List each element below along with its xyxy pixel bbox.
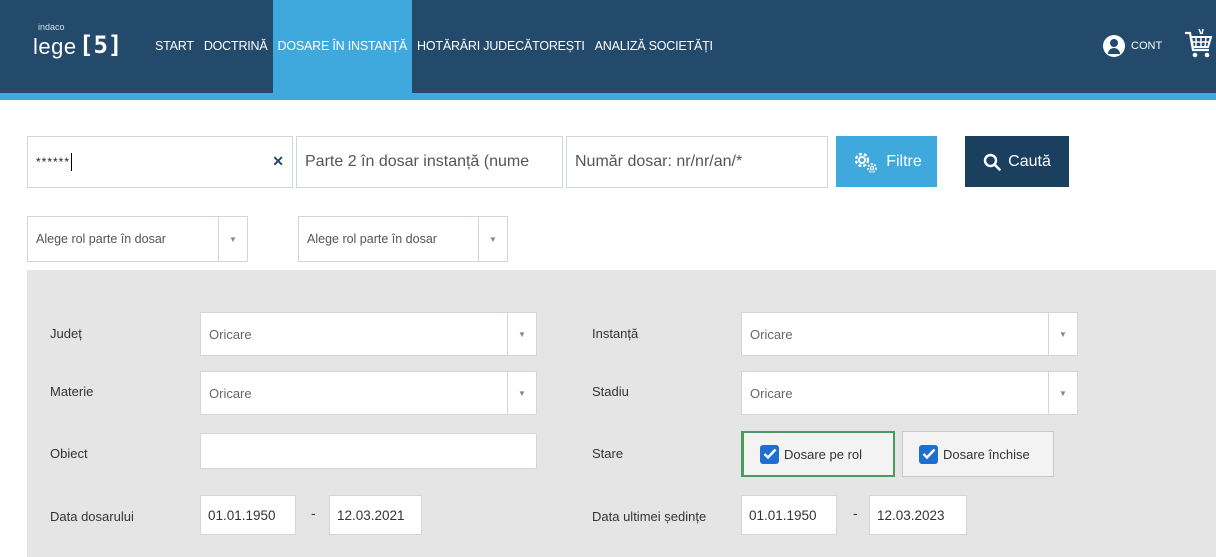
closed-cases-label: Dosare închise — [943, 446, 1030, 462]
user-circle-icon — [1103, 35, 1125, 57]
subject-value: Oricare — [209, 385, 252, 401]
last-hearing-separator: - — [853, 505, 858, 521]
nav-item-dosare-in-instanta[interactable]: DOSARE ÎN INSTANȚĂ — [272, 0, 413, 93]
nav-item-analiza-societati[interactable]: ANALIZĂ SOCIETĂȚI — [590, 0, 718, 93]
chevron-down-icon: ▼ — [1048, 313, 1077, 355]
court-label: Instanță — [592, 326, 639, 341]
county-select[interactable]: Oricare ▼ — [200, 312, 537, 356]
search-label: Caută — [1008, 152, 1051, 170]
open-cases-checkbox[interactable]: Dosare pe rol — [741, 431, 895, 477]
accent-stripe — [0, 93, 1216, 100]
top-navbar: indaco lege [5] START DOCTRINĂ DOSARE ÎN… — [0, 0, 1216, 93]
search-button[interactable]: Caută — [965, 136, 1069, 187]
text-caret — [71, 153, 73, 171]
account-link[interactable]: CONT — [1103, 35, 1162, 57]
search-icon — [983, 153, 1001, 171]
case-date-separator: - — [311, 505, 316, 521]
party1-role-select[interactable]: Alege rol parte în dosar ▼ — [27, 216, 248, 262]
last-hearing-from-input[interactable]: 01.01.1950 — [741, 495, 837, 535]
chevron-down-icon: ▼ — [218, 217, 247, 261]
filters-button[interactable]: Filtre — [836, 136, 937, 187]
party2-role-value: Alege rol parte în dosar — [307, 232, 437, 246]
party1-value: ****** — [36, 155, 71, 169]
county-label: Județ — [50, 326, 82, 341]
logo-number-text: [5] — [79, 31, 123, 59]
case-date-label: Data dosarului — [50, 509, 134, 524]
stage-value: Oricare — [750, 385, 793, 401]
account-label: CONT — [1131, 40, 1163, 52]
stage-select[interactable]: Oricare ▼ — [741, 371, 1078, 415]
chevron-down-icon: ▼ — [507, 313, 536, 355]
main-nav: START DOCTRINĂ DOSARE ÎN INSTANȚĂ HOTĂRÂ… — [150, 0, 718, 93]
status-label: Stare — [592, 446, 624, 461]
case-number-input[interactable]: Număr dosar: nr/nr/an/* — [566, 136, 828, 188]
subject-label: Materie — [50, 384, 94, 399]
court-value: Oricare — [750, 326, 793, 342]
clear-icon[interactable]: ✕ — [272, 153, 284, 170]
object-input[interactable] — [200, 433, 537, 469]
party1-input[interactable]: ****** ✕ — [27, 136, 293, 188]
nav-item-hotarari-judecatoresti[interactable]: HOTĂRÂRI JUDECĂTOREȘTI — [412, 0, 590, 93]
case-date-from-input[interactable]: 01.01.1950 — [200, 495, 296, 535]
subject-select[interactable]: Oricare ▼ — [200, 371, 537, 415]
last-hearing-label: Data ultimei ședințe — [592, 509, 707, 524]
open-cases-label: Dosare pe rol — [784, 446, 863, 462]
chevron-down-icon: ▼ — [478, 217, 507, 261]
logo-small-text: indaco — [38, 22, 65, 32]
cart-icon[interactable] — [1183, 28, 1213, 62]
party1-role-value: Alege rol parte în dosar — [36, 232, 166, 246]
party2-input[interactable]: Parte 2 în dosar instanță (nume — [296, 136, 563, 188]
gears-icon — [855, 152, 878, 173]
filters-label: Filtre — [886, 152, 922, 170]
checkmark-icon — [919, 444, 938, 464]
last-hearing-to-input[interactable]: 12.03.2023 — [869, 495, 967, 535]
nav-item-start[interactable]: START — [150, 0, 199, 93]
stage-label: Stadiu — [592, 384, 629, 399]
case-date-to-input[interactable]: 12.03.2021 — [329, 495, 422, 535]
chevron-down-icon: ▼ — [1048, 372, 1077, 414]
party2-role-select[interactable]: Alege rol parte în dosar ▼ — [298, 216, 508, 262]
court-select[interactable]: Oricare ▼ — [741, 312, 1078, 356]
county-value: Oricare — [209, 326, 252, 342]
nav-item-doctrina[interactable]: DOCTRINĂ — [199, 0, 273, 93]
checkmark-icon — [760, 444, 779, 464]
closed-cases-checkbox[interactable]: Dosare închise — [902, 431, 1054, 477]
logo-brand-text: lege — [33, 34, 77, 59]
chevron-down-icon: ▼ — [507, 372, 536, 414]
object-label: Obiect — [50, 446, 88, 461]
